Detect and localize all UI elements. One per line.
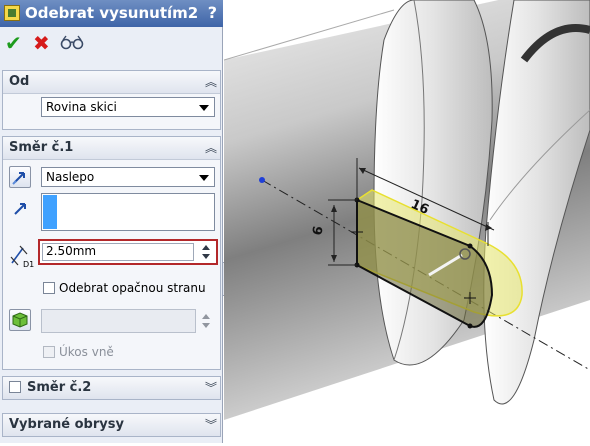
cancel-button[interactable]: ✖ [33, 33, 50, 53]
panel-title: Odebrat vysunutím2 [25, 4, 199, 22]
selected-contours-header[interactable]: Vybrané obrysy ︾ [3, 414, 220, 436]
depth-input[interactable]: 2.50mm [38, 239, 218, 265]
direction-vector-listbox[interactable] [41, 193, 215, 231]
direction1-group: Směr č.1 ︽ Naslepo D1 2.50mm Odebrat opa… [2, 136, 221, 370]
direction2-checkbox[interactable] [9, 381, 21, 393]
x-icon: ✖ [33, 31, 50, 55]
graphics-viewport[interactable]: 16 6 [223, 0, 590, 443]
direction2-group: Směr č.2 ︾ [2, 376, 221, 400]
from-select-value: Rovina skici [46, 100, 117, 114]
panel-titlebar: Odebrat vysunutím2 ? [0, 0, 223, 27]
reverse-side-checkbox[interactable]: Odebrat opačnou stranu [43, 281, 206, 295]
from-group: Od ︽ Rovina skici [2, 70, 221, 130]
reverse-side-label: Odebrat opačnou stranu [59, 281, 206, 295]
draft-angle-spinner[interactable] [199, 313, 213, 329]
help-button[interactable]: ? [208, 3, 217, 22]
end-condition-select[interactable]: Naslepo [41, 167, 215, 187]
expand-down-icon: ︾ [204, 418, 217, 432]
property-manager-panel: Odebrat vysunutím2 ? ✔ ✖ Od ︽ Rovina ski… [0, 0, 223, 443]
chevron-down-icon [199, 175, 209, 181]
selected-contours-title: Vybrané obrysy [9, 417, 124, 432]
detailed-preview-button[interactable] [60, 34, 84, 53]
collapse-up-icon: ︽ [204, 141, 217, 155]
spin-down-icon [202, 254, 210, 259]
end-condition-value: Naslepo [46, 170, 95, 184]
draft-angle-input[interactable] [41, 309, 196, 333]
direction2-group-header[interactable]: Směr č.2 ︾ [3, 377, 220, 399]
draft-outward-label: Úkos vně [59, 345, 114, 359]
selected-contours-group: Vybrané obrysy ︾ [2, 413, 221, 437]
direction2-group-title: Směr č.2 [27, 380, 92, 395]
depth-spinner[interactable] [199, 244, 213, 260]
sketch-origin-point[interactable] [259, 177, 265, 183]
glasses-icon [60, 35, 84, 50]
depth-icon-label: D1 [23, 260, 34, 269]
ok-button[interactable]: ✔ [5, 33, 22, 53]
from-select[interactable]: Rovina skici [41, 97, 215, 117]
expand-down-icon: ︾ [204, 381, 217, 395]
panel-toolbar: ✔ ✖ [0, 28, 223, 62]
from-group-title: Od [9, 74, 30, 89]
direction1-group-header[interactable]: Směr č.1 ︽ [3, 137, 220, 160]
depth-input-value: 2.50mm [46, 244, 97, 258]
spin-up-icon [202, 245, 210, 250]
checkmark-icon: ✔ [5, 31, 22, 55]
draft-toggle-button[interactable] [9, 309, 31, 331]
direction-vector-icon [14, 203, 26, 215]
collapse-up-icon: ︽ [204, 75, 217, 89]
direction1-group-title: Směr č.1 [9, 140, 74, 155]
reverse-direction-button[interactable] [9, 166, 31, 188]
model-view: 16 6 [223, 0, 590, 420]
draft-cube-icon [12, 312, 28, 328]
draft-outward-checkbox[interactable]: Úkos vně [43, 345, 114, 359]
selection-highlight [43, 195, 57, 229]
from-group-header[interactable]: Od ︽ [3, 71, 220, 94]
spin-up-icon [202, 314, 210, 319]
checkbox-box [43, 346, 55, 358]
cut-extrude-icon [4, 5, 20, 21]
reverse-direction-icon [12, 172, 25, 185]
depth-dimension-icon: D1 [10, 245, 34, 269]
spin-down-icon [202, 323, 210, 328]
chevron-down-icon [199, 105, 209, 111]
checkbox-box [43, 282, 55, 294]
